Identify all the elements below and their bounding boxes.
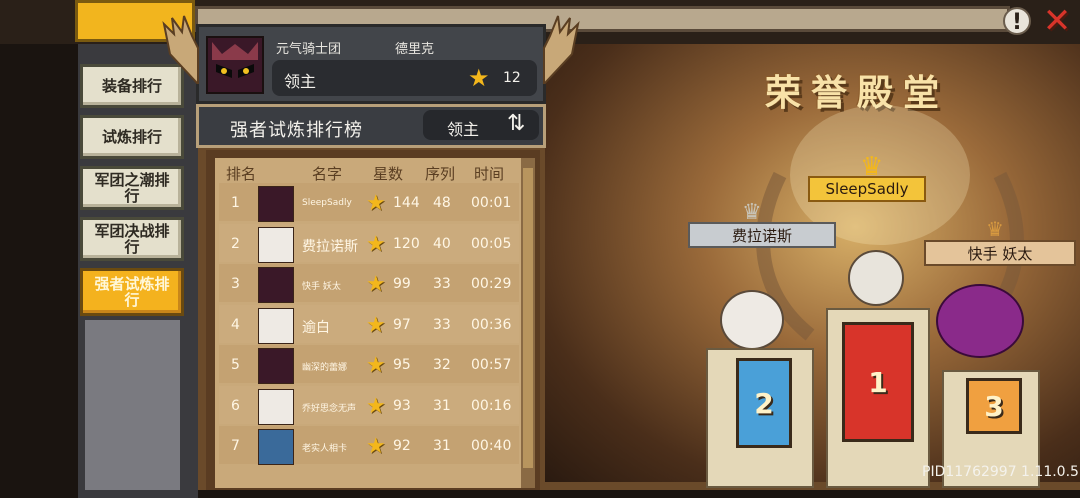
player-star-count: 12 <box>503 70 521 86</box>
white-hair-avatar <box>258 389 294 425</box>
star-icon: ★ <box>366 232 386 257</box>
star-icon: ★ <box>366 434 386 459</box>
first-place-character <box>848 250 904 306</box>
second-place-banner: 2 <box>736 358 792 448</box>
time-cell: 00:57 <box>471 357 512 373</box>
column-header-sequence: 序列 <box>425 165 456 183</box>
rank-cell: 6 <box>231 398 240 414</box>
player-avatar <box>206 36 264 94</box>
demon-avatar <box>258 267 294 303</box>
sequence-cell: 48 <box>433 195 451 211</box>
time-cell: 00:36 <box>471 317 512 333</box>
column-header-time: 时间 <box>474 165 505 183</box>
first-place-nameplate: SleepSadly <box>808 176 926 202</box>
guild-name: 元气骑士团 <box>276 42 342 57</box>
column-header-name: 名字 <box>312 165 343 183</box>
second-place-nameplate: 费拉诺斯 <box>688 222 836 248</box>
right-wing-icon <box>543 15 580 84</box>
player-name: 德里克 <box>395 42 435 57</box>
column-header-stars: 星数 <box>373 165 404 183</box>
left-wing-icon <box>162 15 199 84</box>
name-cell: SleepSadly <box>302 198 352 208</box>
rank-cell: 5 <box>231 357 240 373</box>
sidebar-item-legion-battle-ranking[interactable]: 军团决战排行 <box>80 217 184 261</box>
stars-cell: 99 <box>393 276 411 292</box>
name-cell: 逾白 <box>302 320 330 336</box>
column-header-rank: 排名 <box>226 165 257 183</box>
star-icon: ★ <box>366 191 386 216</box>
scrollbar-thumb[interactable] <box>523 168 533 468</box>
star-icon: ★ <box>366 394 386 419</box>
rank-cell: 1 <box>231 195 240 211</box>
white-hair-avatar <box>258 308 294 344</box>
stars-cell: 120 <box>393 236 420 252</box>
build-info: PID11762997 1.11.0.5 <box>922 464 1079 480</box>
sequence-cell: 32 <box>433 357 451 373</box>
sequence-cell: 33 <box>433 276 451 292</box>
blue-avatar <box>258 429 294 465</box>
first-place-banner: 1 <box>842 322 914 442</box>
stars-cell: 95 <box>393 357 411 373</box>
stars-cell: 92 <box>393 438 411 454</box>
sidebar-panel <box>85 320 180 490</box>
sidebar-item-champion-trial-ranking[interactable]: 强者试炼排行 <box>80 268 184 316</box>
demon-avatar <box>258 348 294 384</box>
star-icon: ★ <box>366 313 386 338</box>
close-icon[interactable]: ✕ <box>1040 4 1074 38</box>
rank-cell: 3 <box>231 276 240 292</box>
stars-cell: 93 <box>393 398 411 414</box>
time-cell: 00:05 <box>471 236 512 252</box>
rank-cell: 2 <box>231 236 240 252</box>
sequence-cell: 31 <box>433 398 451 414</box>
white-hair-avatar <box>258 227 294 263</box>
third-place-nameplate: 快手 妖太 <box>924 240 1076 266</box>
demon-avatar <box>258 186 294 222</box>
third-place-character <box>936 284 1024 358</box>
name-cell: 幽深的蕾娜 <box>302 363 348 373</box>
second-place-character <box>720 290 784 350</box>
time-cell: 00:29 <box>471 276 512 292</box>
sequence-cell: 40 <box>433 236 451 252</box>
rank-filter-label[interactable]: 领主 <box>447 116 479 140</box>
star-icon: ★ <box>468 64 490 92</box>
rank-cell: 4 <box>231 317 240 333</box>
stars-cell: 144 <box>393 195 420 211</box>
rank-cell: 7 <box>231 438 240 454</box>
time-cell: 00:16 <box>471 398 512 414</box>
star-icon: ★ <box>366 272 386 297</box>
stars-cell: 97 <box>393 317 411 333</box>
name-cell: 快手 妖太 <box>302 282 341 292</box>
name-cell: 乔好思念无声 <box>302 404 357 414</box>
third-place-banner: 3 <box>966 378 1022 434</box>
name-cell: 老实人相卡 <box>302 444 348 454</box>
rank-label: 领主 <box>284 72 317 91</box>
sequence-cell: 31 <box>433 438 451 454</box>
sidebar-item-legion-tide-ranking[interactable]: 军团之潮排行 <box>80 166 184 210</box>
star-icon: ★ <box>366 353 386 378</box>
time-cell: 00:40 <box>471 438 512 454</box>
sidebar-item-trial-ranking[interactable]: 试炼排行 <box>80 115 184 159</box>
swap-icon[interactable]: ⇅ <box>507 111 525 136</box>
leaderboard-title: 强者试炼排行榜 <box>230 120 363 141</box>
name-cell: 费拉诺斯 <box>302 239 358 255</box>
time-cell: 00:01 <box>471 195 512 211</box>
warning-icon[interactable]: ! <box>1003 7 1031 35</box>
sequence-cell: 33 <box>433 317 451 333</box>
crown-icon: ♛ <box>986 217 1004 241</box>
